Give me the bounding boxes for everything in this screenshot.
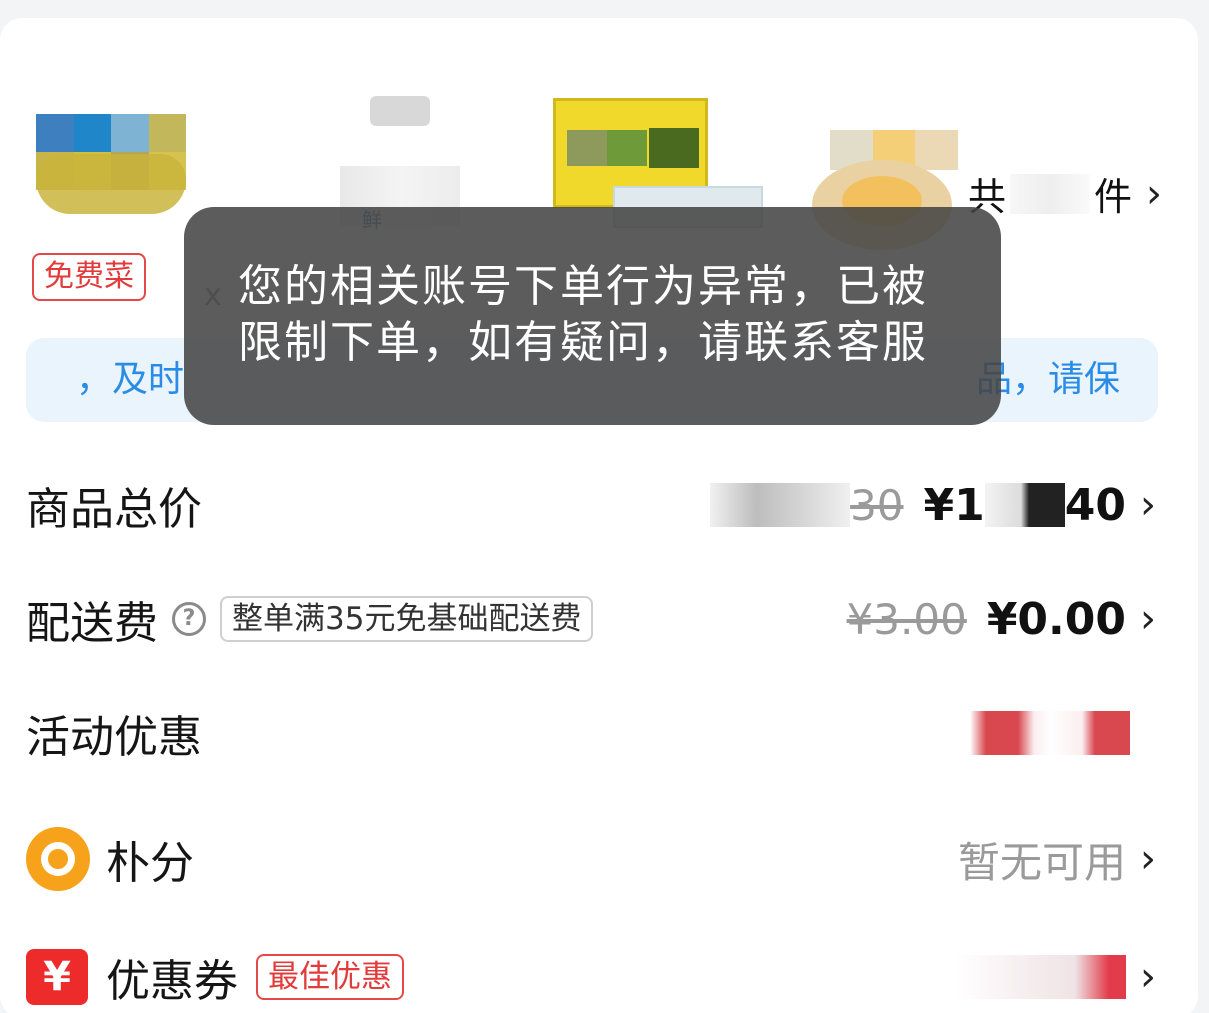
shipping-row[interactable]: 配送费 ? 整单满35元免基础配送费 ¥3.00 ¥0.00 ›	[26, 584, 1156, 654]
points-row[interactable]: 朴分 暂无可用 ›	[26, 824, 1156, 894]
shipping-label: 配送费	[26, 598, 158, 649]
free-item-tag: 免费菜	[32, 253, 146, 301]
coupon-value-blurred	[956, 955, 1126, 999]
coupon-label: 优惠券	[106, 956, 238, 1007]
goods-price-prefix: ¥1	[923, 479, 985, 531]
activity-discount-value-blurred	[970, 711, 1130, 755]
goods-total-label: 商品总价	[26, 484, 202, 535]
best-discount-badge: 最佳优惠	[256, 954, 404, 1000]
product-thumb-1[interactable]	[36, 114, 186, 254]
coupon-row[interactable]: ¥ 优惠券 最佳优惠 ›	[26, 942, 1156, 1012]
toast-line-2: 限制下单，如有疑问，请联系客服	[238, 317, 928, 368]
points-icon	[26, 827, 90, 891]
toast-line-1: 您的相关账号下单行为异常，已被	[238, 261, 928, 312]
goods-original-price-blurred	[710, 483, 851, 527]
item-count-suffix: 件	[1094, 175, 1133, 219]
goods-price-blurred	[984, 483, 1065, 527]
shipping-original-price: ¥3.00	[846, 594, 967, 644]
goods-price-tail: 40	[1064, 479, 1126, 531]
chevron-right-icon: ›	[1140, 596, 1156, 642]
chevron-right-icon: ›	[1146, 170, 1163, 217]
free-shipping-badge: 整单满35元免基础配送费	[220, 596, 594, 642]
help-icon[interactable]: ?	[172, 602, 206, 636]
points-value: 暂无可用	[957, 837, 1126, 887]
item-count-blurred	[1010, 173, 1091, 214]
activity-discount-label: 活动优惠	[26, 712, 202, 763]
goods-original-price-tail: 30	[850, 480, 904, 530]
coupon-icon: ¥	[26, 949, 88, 1005]
item-count[interactable]: 共 件 ›	[968, 166, 1162, 221]
chevron-right-icon: ›	[1140, 836, 1156, 882]
notice-left-text: ，及时	[76, 359, 185, 400]
points-label: 朴分	[106, 838, 194, 889]
restriction-toast: 您的相关账号下单行为异常，已被 限制下单，如有疑问，请联系客服	[184, 207, 1001, 425]
chevron-right-icon: ›	[1140, 482, 1156, 528]
order-card: 免费菜 鲜 x 共 件 ›	[0, 18, 1198, 1013]
goods-total-row[interactable]: 商品总价 30 ¥1 40 ›	[26, 470, 1156, 540]
activity-discount-row[interactable]: 活动优惠	[26, 698, 1156, 768]
shipping-price: ¥0.00	[986, 593, 1126, 645]
chevron-right-icon: ›	[1140, 954, 1156, 1000]
